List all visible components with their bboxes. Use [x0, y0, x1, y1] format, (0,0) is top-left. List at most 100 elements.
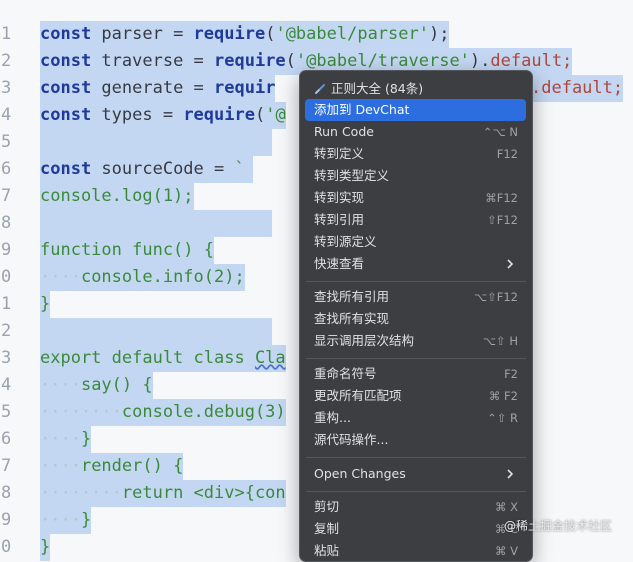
- line-number: 9: [1, 240, 12, 260]
- line-number: 7: [1, 186, 12, 206]
- code-text: }: [40, 534, 51, 561]
- line-number: 5: [1, 402, 12, 422]
- line-number: 3: [1, 348, 12, 368]
- menu-item-shortcut: ⌥⇧ H: [482, 334, 518, 348]
- menu-item-refactor[interactable]: 重构... ⌃⇧ R: [305, 407, 526, 429]
- menu-item-label: 转到引用: [314, 212, 365, 227]
- line-number: 6: [1, 159, 12, 179]
- menu-item-run-code[interactable]: Run Code ⌃⌥ N: [305, 121, 526, 143]
- menu-item-label: 源代码操作...: [314, 432, 389, 447]
- code-text: const generate = requir: [40, 75, 276, 102]
- line-number: 8: [1, 213, 12, 233]
- code-text: ····say() {: [40, 372, 153, 399]
- menu-separator: [306, 358, 526, 359]
- menu-item-source-action[interactable]: 源代码操作...: [305, 429, 526, 451]
- menu-item-label: 转到类型定义: [314, 168, 390, 183]
- menu-item-change-all-occurrences[interactable]: 更改所有匹配项 ⌘ F2: [305, 385, 526, 407]
- line-number: 4: [1, 105, 12, 125]
- menu-item-open-changes[interactable]: Open Changes: [305, 463, 526, 485]
- menu-item-label: 重命名符号: [314, 366, 377, 381]
- menu-item-shortcut: F2: [504, 367, 518, 381]
- menu-item-label: 添加到 DevChat: [314, 102, 410, 117]
- line-number: 3: [1, 78, 12, 98]
- code-text-tail: .default;: [531, 75, 624, 102]
- code-text: ····render() {: [40, 453, 184, 480]
- menu-item-label: 复制: [314, 521, 340, 536]
- menu-item-label: 显示调用层次结构: [314, 333, 415, 348]
- menu-item-go-to-type-definition[interactable]: 转到类型定义: [305, 165, 526, 187]
- line-number: 2: [1, 321, 12, 341]
- menu-separator: [306, 457, 526, 458]
- line-number: 7: [1, 456, 12, 476]
- code-text: export default class Cla: [40, 345, 286, 372]
- menu-item-paste[interactable]: 粘贴 ⌘ V: [305, 540, 526, 561]
- code-text: ····}: [40, 426, 92, 453]
- menu-item-go-to-source-definition[interactable]: 转到源定义: [305, 231, 526, 253]
- code-text: ····console.info(2);: [40, 264, 245, 291]
- menu-item-shortcut: F12: [496, 147, 518, 161]
- menu-item-shortcut: ⌃⌥ N: [482, 125, 518, 139]
- code-text: function func() {: [40, 237, 214, 264]
- menu-item-label: 转到源定义: [314, 234, 377, 249]
- menu-separator: [306, 281, 526, 282]
- brush-icon: [315, 84, 325, 94]
- menu-item-shortcut: ⌥⇧F12: [473, 290, 518, 304]
- menu-item-regex-collection[interactable]: 正则大全 (84条): [305, 78, 526, 100]
- menu-item-go-to-references[interactable]: 转到引用 ⇧F12: [305, 209, 526, 231]
- code-text: [40, 129, 272, 156]
- chevron-right-icon: [507, 469, 514, 479]
- code-line[interactable]: 1 const parser = require('@babel/parser'…: [0, 21, 633, 48]
- menu-item-label: 更改所有匹配项: [314, 388, 402, 403]
- menu-item-shortcut: ⇧F12: [487, 213, 518, 227]
- chevron-right-icon: [507, 259, 514, 269]
- line-number: 1: [1, 294, 12, 314]
- menu-item-peek[interactable]: 快速查看: [305, 253, 526, 275]
- menu-item-label: 转到实现: [314, 190, 365, 205]
- code-text: [40, 318, 272, 345]
- menu-item-label: 剪切: [314, 499, 340, 514]
- menu-item-rename-symbol[interactable]: 重命名符号 F2: [305, 363, 526, 385]
- menu-item-label: 粘贴: [314, 543, 340, 558]
- code-text: ····}: [40, 507, 92, 534]
- line-number: 5: [1, 132, 12, 152]
- menu-item-copy[interactable]: 复制 ⌘ C: [305, 518, 526, 540]
- menu-separator: [306, 491, 526, 492]
- menu-item-shortcut: ⌘ X: [494, 500, 518, 514]
- menu-item-label: 快速查看: [314, 256, 365, 271]
- line-number: 4: [1, 375, 12, 395]
- line-number: 0: [1, 267, 12, 287]
- menu-item-go-to-definition[interactable]: 转到定义 F12: [305, 143, 526, 165]
- menu-item-label: Open Changes: [314, 466, 406, 481]
- line-number: 0: [1, 537, 12, 557]
- menu-item-go-to-implementation[interactable]: 转到实现 ⌘F12: [305, 187, 526, 209]
- menu-item-add-to-devchat[interactable]: 添加到 DevChat: [305, 99, 526, 121]
- line-number: 8: [1, 483, 12, 503]
- menu-item-label: 查找所有引用: [314, 289, 390, 304]
- line-number: 6: [1, 429, 12, 449]
- code-text: [40, 210, 272, 237]
- code-text: ········return <div>{con: [40, 480, 286, 507]
- context-menu: 正则大全 (84条) 添加到 DevChat Run Code ⌃⌥ N 转到定…: [299, 70, 533, 562]
- menu-item-find-all-references[interactable]: 查找所有引用 ⌥⇧F12: [305, 286, 526, 308]
- line-number: 2: [1, 51, 12, 71]
- menu-item-label: 正则大全 (84条): [331, 81, 424, 96]
- menu-item-show-call-hierarchy[interactable]: 显示调用层次结构 ⌥⇧ H: [305, 330, 526, 352]
- menu-item-shortcut: ⌘F12: [485, 191, 518, 205]
- menu-item-find-all-implementations[interactable]: 查找所有实现: [305, 308, 526, 330]
- code-text: ········console.debug(3): [40, 399, 286, 426]
- menu-item-shortcut: ⌘ V: [494, 544, 518, 558]
- line-number: 9: [1, 510, 12, 530]
- menu-item-label: 重构...: [314, 410, 351, 425]
- code-text: const sourceCode = `: [40, 156, 253, 183]
- code-text: const parser = require('@babel/parser');: [40, 21, 450, 48]
- menu-item-label: 转到定义: [314, 146, 365, 161]
- menu-item-label: 查找所有实现: [314, 311, 390, 326]
- menu-item-shortcut: ⌃⇧ R: [487, 411, 518, 425]
- menu-item-shortcut: ⌘ F2: [488, 389, 518, 403]
- code-text: }: [40, 291, 51, 318]
- watermark: @稀土掘金技术社区: [504, 519, 613, 533]
- menu-item-label: Run Code: [314, 124, 374, 139]
- code-text: console.log(1);: [40, 183, 194, 210]
- menu-item-cut[interactable]: 剪切 ⌘ X: [305, 496, 526, 518]
- code-text: const types = require('@: [40, 102, 286, 129]
